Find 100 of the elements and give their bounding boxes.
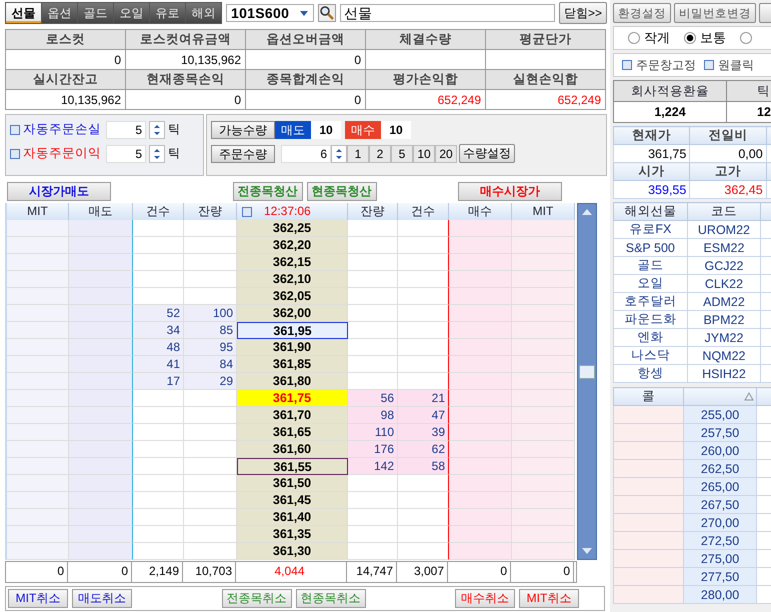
table-cell[interactable]: HSIH22 <box>687 364 761 382</box>
checkbox[interactable] <box>622 60 632 70</box>
table-cell[interactable]: 나스닥 <box>614 346 688 364</box>
table-cell[interactable]: NQM22 <box>687 346 761 364</box>
price-cell[interactable]: 361,60 <box>237 441 348 458</box>
strike-price[interactable]: 262,50 <box>683 460 757 478</box>
tick-field[interactable]: 5 <box>106 144 146 162</box>
symbol-combo[interactable]: 101S600 <box>226 4 314 22</box>
strike-price[interactable]: 277,50 <box>683 568 757 586</box>
price-cell[interactable]: 361,95 <box>237 322 348 339</box>
table-cell[interactable]: S&P 500 <box>614 238 688 256</box>
price-cell[interactable]: 362,10 <box>237 271 348 288</box>
scrollbar[interactable] <box>577 203 597 560</box>
table-cell[interactable]: JYM22 <box>687 328 761 346</box>
spin-arrows-icon[interactable] <box>149 144 165 162</box>
qty-preset-button[interactable]: 5 <box>391 144 413 162</box>
qty-preset-button[interactable]: 1 <box>347 144 369 162</box>
scroll-up-icon[interactable] <box>582 209 592 215</box>
price-cell[interactable]: 361,85 <box>237 356 348 373</box>
checkbox[interactable] <box>10 124 20 134</box>
strike-price[interactable]: 260,00 <box>683 442 757 460</box>
market-tab[interactable]: 선물 <box>6 3 41 23</box>
strike-price[interactable]: 257,50 <box>683 424 757 442</box>
market-tab[interactable]: 유로 <box>150 3 185 23</box>
order-cell[interactable] <box>69 543 133 560</box>
strike-price[interactable]: 275,00 <box>683 550 757 568</box>
order-cell[interactable] <box>69 220 133 237</box>
price-cell[interactable]: 362,00 <box>237 305 348 322</box>
market-sell-button[interactable]: 시장가매도 <box>7 182 111 201</box>
radio-button[interactable] <box>684 32 696 44</box>
market-tab[interactable]: 오일 <box>114 3 149 23</box>
price-cell[interactable]: 361,30 <box>237 543 348 560</box>
cancel-button[interactable]: 매도취소 <box>72 589 132 608</box>
qty-preset-button[interactable]: 2 <box>369 144 391 162</box>
price-cell[interactable]: 361,45 <box>237 492 348 509</box>
liquidate-button[interactable]: 전종목청산 <box>232 182 302 201</box>
table-cell[interactable]: UROM22 <box>687 220 761 238</box>
liquidate-button[interactable]: 현종목청산 <box>306 182 376 201</box>
order-cell[interactable] <box>69 305 133 322</box>
order-cell[interactable] <box>69 407 133 424</box>
strike-price[interactable]: 265,00 <box>683 478 757 496</box>
price-cell[interactable]: 362,15 <box>237 254 348 271</box>
settings-button[interactable]: 환경설정 <box>613 3 671 23</box>
strike-price[interactable]: 267,50 <box>683 496 757 514</box>
order-cell[interactable] <box>69 509 133 526</box>
table-cell[interactable]: GCJ22 <box>687 256 761 274</box>
price-cell[interactable]: 362,20 <box>237 237 348 254</box>
table-cell[interactable]: 골드 <box>614 256 688 274</box>
name-field[interactable]: 선물 <box>340 4 555 22</box>
order-cell[interactable] <box>69 475 133 492</box>
checkbox[interactable] <box>242 206 252 216</box>
qty-preset-button[interactable]: 20 <box>435 144 457 162</box>
order-cell[interactable] <box>69 271 133 288</box>
market-tab[interactable]: 옵션 <box>42 3 77 23</box>
table-cell[interactable]: 유로FX <box>614 220 688 238</box>
table-cell[interactable]: 오일 <box>614 274 688 292</box>
strike-price[interactable]: 272,50 <box>683 532 757 550</box>
market-tab[interactable]: 해외 <box>186 3 221 23</box>
price-cell[interactable]: 361,40 <box>237 509 348 526</box>
order-cell[interactable] <box>69 288 133 305</box>
order-cell[interactable] <box>69 356 133 373</box>
close-panel-button[interactable]: 닫힘>> <box>559 2 607 24</box>
checkbox[interactable] <box>704 60 714 70</box>
order-cell[interactable] <box>69 424 133 441</box>
price-cell[interactable]: 362,25 <box>237 220 348 237</box>
price-cell[interactable]: 361,50 <box>237 475 348 492</box>
table-cell[interactable]: ESM22 <box>687 238 761 256</box>
radio-button[interactable] <box>740 32 752 44</box>
strike-price[interactable]: 280,00 <box>683 586 757 604</box>
price-cell[interactable]: 361,90 <box>237 339 348 356</box>
scroll-thumb[interactable] <box>579 365 595 379</box>
order-cell[interactable] <box>69 441 133 458</box>
search-icon[interactable] <box>318 4 336 22</box>
table-cell[interactable]: 파운드화 <box>614 310 688 328</box>
tick-field[interactable]: 5 <box>106 120 146 138</box>
table-cell[interactable]: BPM22 <box>687 310 761 328</box>
table-cell[interactable]: 엔화 <box>614 328 688 346</box>
table-cell[interactable]: 항셍 <box>614 364 688 382</box>
radio-button[interactable] <box>628 32 640 44</box>
qty-settings-button[interactable]: 수량설정 <box>459 144 515 163</box>
cancel-button[interactable]: MIT취소 <box>8 589 68 608</box>
price-cell[interactable]: 362,05 <box>237 288 348 305</box>
spin-arrows-icon[interactable] <box>331 144 347 162</box>
market-tab[interactable]: 골드 <box>78 3 113 23</box>
order-cell[interactable] <box>69 390 133 407</box>
order-cell[interactable] <box>69 237 133 254</box>
order-cell[interactable] <box>69 339 133 356</box>
scroll-down-icon[interactable] <box>582 548 592 554</box>
order-cell[interactable] <box>69 254 133 271</box>
order-qty-field[interactable]: 6 <box>281 144 331 162</box>
order-cell[interactable] <box>69 526 133 543</box>
price-cell[interactable]: 361,55 <box>237 458 348 475</box>
order-cell[interactable] <box>69 373 133 390</box>
order-cell[interactable] <box>69 322 133 339</box>
order-cell[interactable] <box>69 458 133 475</box>
price-cell[interactable]: 361,70 <box>237 407 348 424</box>
price-cell[interactable]: 361,80 <box>237 373 348 390</box>
strike-price[interactable]: 255,00 <box>683 406 757 424</box>
cancel-button[interactable]: 전종목취소 <box>222 589 292 608</box>
table-cell[interactable]: 호주달러 <box>614 292 688 310</box>
